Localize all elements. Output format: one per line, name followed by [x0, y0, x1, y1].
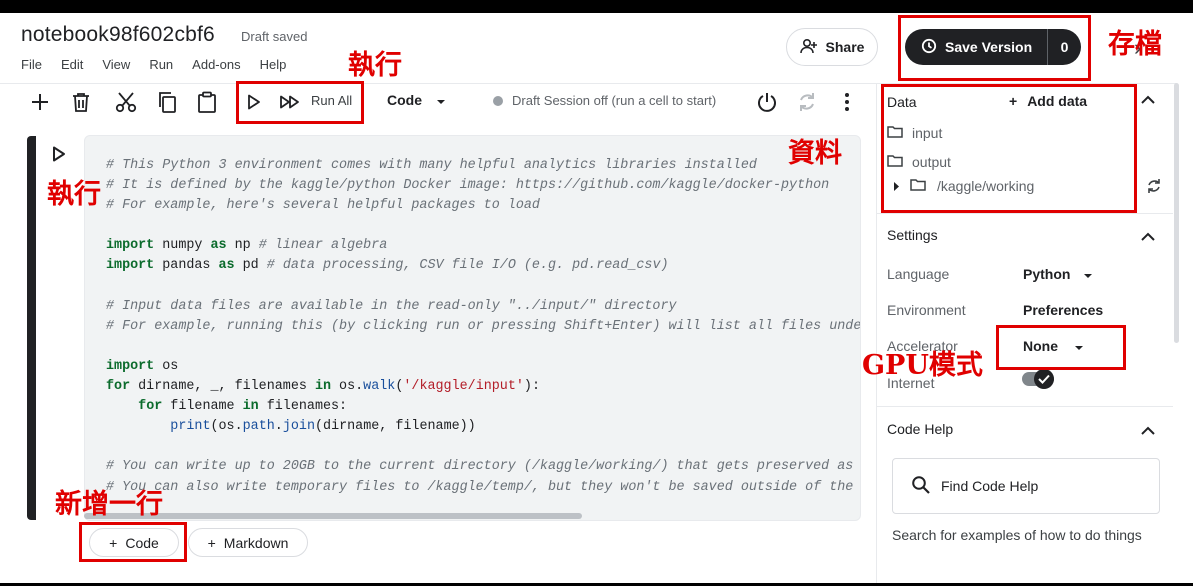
paste-icon[interactable] — [195, 90, 219, 114]
share-label: Share — [825, 39, 865, 55]
code-line: import numpy as np # linear algebra — [106, 238, 388, 254]
notebook-title[interactable]: notebook98f602cbf6 — [21, 23, 215, 47]
menu-help[interactable]: Help — [260, 57, 287, 72]
menu-file[interactable]: File — [21, 57, 42, 72]
code-line: import pandas as pd # data processing, C… — [106, 258, 669, 274]
session-status-text: Draft Session off (run a cell to start) — [512, 93, 717, 108]
language-select[interactable]: Python — [1023, 266, 1093, 282]
cell-run-icon[interactable] — [52, 146, 66, 167]
language-label: Language — [887, 266, 950, 282]
menu-edit[interactable]: Edit — [61, 57, 83, 72]
code-line: # It is defined by the kaggle/python Doc… — [106, 178, 830, 194]
collapse-data-icon[interactable] — [1141, 91, 1155, 107]
code-text[interactable]: # This Python 3 environment comes with m… — [106, 156, 861, 498]
share-button[interactable]: Share — [786, 28, 878, 66]
menu-view[interactable]: View — [102, 57, 130, 72]
refresh-icon[interactable] — [1146, 178, 1162, 197]
code-line: # For example, here's several helpful pa… — [106, 198, 540, 214]
add-cell-icon[interactable] — [28, 90, 52, 114]
annotation-run-cell: 執行 — [47, 179, 101, 210]
code-line: # Input data files are available in the … — [106, 298, 677, 314]
cell-focus-bar — [27, 136, 36, 520]
code-line: for dirname, _, filenames in os.walk('/k… — [106, 379, 540, 395]
environment-label: Environment — [887, 302, 966, 318]
code-line: print(os.path.join(dirname, filename)) — [170, 419, 476, 435]
code-line: import os — [106, 358, 179, 374]
annotation-box-data — [881, 84, 1137, 213]
menu-add-ons[interactable]: Add-ons — [192, 57, 240, 72]
search-icon — [911, 475, 931, 498]
annotation-add-line: 新增一行 — [55, 489, 163, 520]
find-code-help-placeholder: Find Code Help — [941, 478, 1039, 494]
code-help-heading: Code Help — [887, 421, 954, 437]
menu-run[interactable]: Run — [149, 57, 173, 72]
session-status: Draft Session off (run a cell to start) — [493, 93, 716, 108]
cell-type-value: Code — [387, 92, 422, 108]
code-line: for filename in filenames: — [138, 399, 348, 415]
more-options-icon[interactable] — [835, 90, 859, 114]
code-help-description: Search for examples of how to do things — [892, 527, 1142, 543]
panel-divider — [877, 213, 1173, 214]
environment-preferences-link[interactable]: Preferences — [1023, 302, 1103, 318]
notebook-editor: notebook98f602cbf6 Draft saved File Edit… — [0, 13, 1193, 583]
panel-scrollbar[interactable] — [1174, 83, 1179, 343]
annotation-box-add-line — [79, 522, 187, 562]
annotation-data: 資料 — [788, 138, 842, 169]
collapse-settings-icon[interactable] — [1141, 228, 1155, 244]
annotation-box-save — [898, 15, 1091, 81]
code-line: # You can write up to 20GB to the curren… — [106, 459, 854, 475]
chevron-down-icon — [1083, 266, 1093, 282]
annotation-run-top: 執行 — [348, 50, 402, 81]
code-editor[interactable]: # This Python 3 environment comes with m… — [84, 135, 861, 521]
power-icon[interactable] — [755, 90, 779, 114]
check-icon — [1034, 369, 1054, 389]
internet-toggle[interactable] — [1022, 369, 1054, 389]
cut-icon[interactable] — [114, 90, 138, 114]
draft-status: Draft saved — [241, 29, 308, 44]
menu-bar: File Edit View Run Add-ons Help — [21, 57, 305, 72]
code-line: # This Python 3 environment comes with m… — [106, 158, 757, 173]
collapse-code-help-icon[interactable] — [1141, 422, 1155, 438]
delete-icon[interactable] — [69, 90, 93, 114]
chevron-down-icon — [436, 92, 446, 108]
restart-icon[interactable] — [795, 90, 819, 114]
annotation-save: 存檔 — [1108, 29, 1162, 60]
settings-heading: Settings — [887, 227, 938, 243]
cell-type-select[interactable]: Code — [387, 92, 446, 108]
code-line: # For example, running this (by clicking… — [106, 318, 861, 334]
add-markdown-label: Markdown — [223, 534, 289, 551]
code-line: # You can also write temporary files to … — [106, 479, 854, 495]
find-code-help-input[interactable]: Find Code Help — [892, 458, 1160, 514]
add-markdown-cell-button[interactable]: + Markdown — [188, 528, 308, 557]
annotation-box-gpu — [996, 325, 1126, 370]
panel-divider — [877, 406, 1173, 407]
annotation-gpu: GPU模式 — [862, 350, 983, 381]
add-person-icon — [799, 38, 818, 57]
plus-icon: + — [207, 534, 216, 551]
session-dot-icon — [493, 95, 503, 106]
copy-icon[interactable] — [155, 90, 179, 114]
annotation-box-run-all — [236, 81, 364, 124]
language-value: Python — [1023, 266, 1071, 282]
